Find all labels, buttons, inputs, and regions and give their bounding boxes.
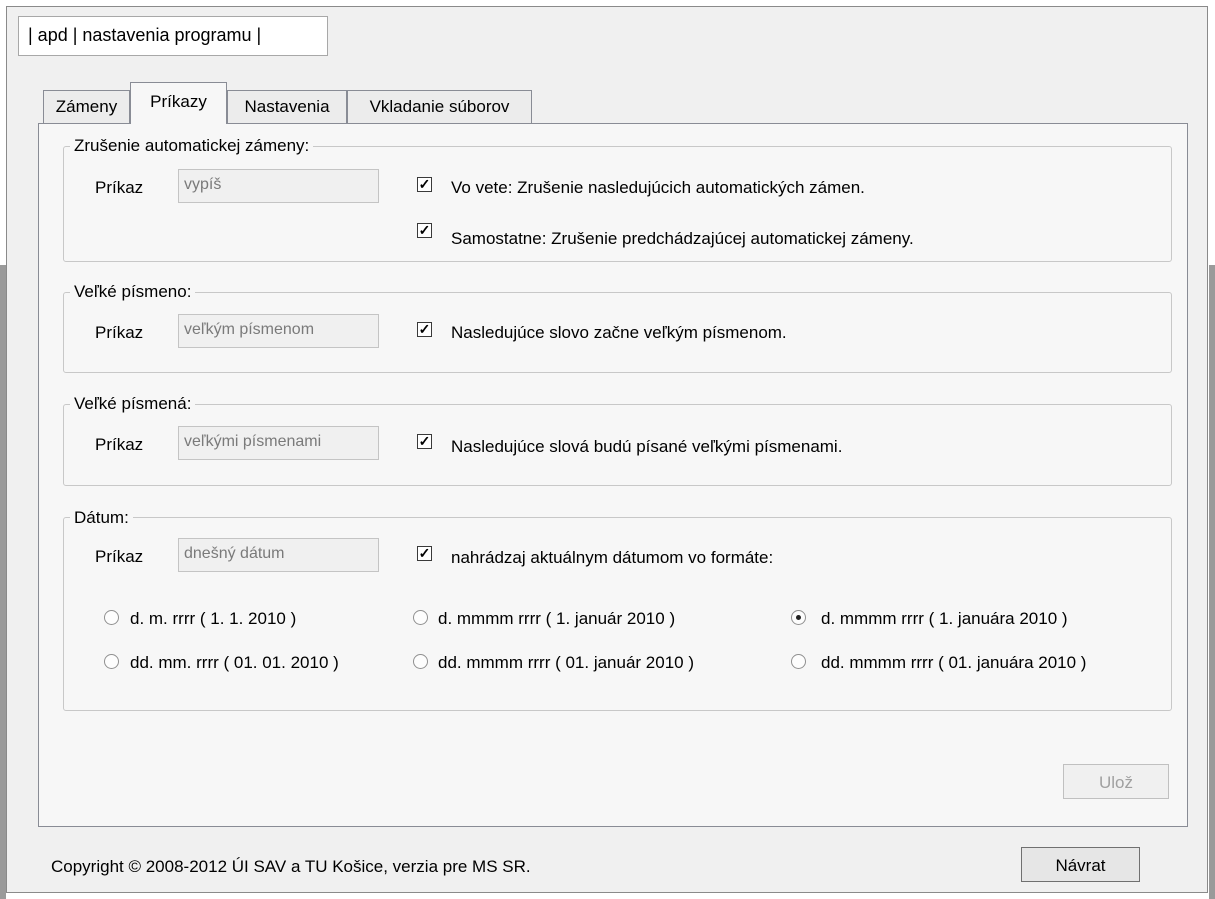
command-label: Príkaz (95, 323, 144, 342)
radio-format-5[interactable] (413, 654, 428, 669)
radio-label: d. mmmm rrrr ( 1. január 2010 ) (438, 609, 676, 628)
checkbox-label: Nasledujúce slová budú písané veľkými pí… (451, 437, 843, 456)
radio-label: dd. mmmm rrrr ( 01. januára 2010 ) (821, 653, 1087, 672)
command-field[interactable]: veľkými písmenami (178, 426, 379, 460)
checkbox-label: Nasledujúce slovo začne veľkým písmenom. (451, 323, 787, 342)
command-field[interactable]: veľkým písmenom (178, 314, 379, 348)
group-legend: Dátum: (70, 508, 133, 528)
group-legend: Zrušenie automatickej zámeny: (70, 136, 314, 156)
tab-nastavenia[interactable]: Nastavenia (227, 90, 347, 123)
radio-format-2[interactable] (413, 610, 428, 625)
checkbox-standalone[interactable]: ✓ (417, 223, 432, 238)
checkbox-in-sentence[interactable]: ✓ (417, 177, 432, 192)
command-label: Príkaz (95, 178, 144, 197)
save-button[interactable]: Ulož (1063, 764, 1169, 799)
group-legend: Veľké písmená: (70, 394, 196, 414)
checkbox-label: nahrádzaj aktuálnym dátumom vo formáte: (451, 548, 774, 567)
command-label: Príkaz (95, 547, 144, 566)
checkbox-capital-letters[interactable]: ✓ (417, 434, 432, 449)
radio-format-3[interactable] (791, 610, 806, 625)
radio-label: d. m. rrrr ( 1. 1. 2010 ) (130, 609, 297, 628)
checkbox-capital-letter[interactable]: ✓ (417, 322, 432, 337)
tab-zameny[interactable]: Zámeny (43, 90, 130, 123)
checkbox-replace-date[interactable]: ✓ (417, 546, 432, 561)
back-button[interactable]: Návrat (1021, 847, 1140, 882)
radio-format-1[interactable] (104, 610, 119, 625)
command-field[interactable]: vypíš (178, 169, 379, 203)
command-label: Príkaz (95, 435, 144, 454)
radio-label: dd. mmmm rrrr ( 01. január 2010 ) (438, 653, 695, 672)
radio-format-6[interactable] (791, 654, 806, 669)
group-legend: Veľké písmeno: (70, 282, 196, 302)
radio-label: d. mmmm rrrr ( 1. januára 2010 ) (821, 609, 1068, 628)
tab-vkladanie-suborov[interactable]: Vkladanie súborov (347, 90, 532, 123)
radio-selected-dot (796, 615, 801, 620)
checkbox-label: Samostatne: Zrušenie predchádzajúcej aut… (451, 229, 914, 248)
command-field[interactable]: dnešný dátum (178, 538, 379, 572)
window-edge (1209, 265, 1215, 899)
copyright-text: Copyright © 2008-2012 ÚI SAV a TU Košice… (51, 857, 531, 876)
radio-label: dd. mm. rrrr ( 01. 01. 2010 ) (130, 653, 339, 672)
tab-prikazy[interactable]: Príkazy (130, 82, 227, 124)
radio-format-4[interactable] (104, 654, 119, 669)
window-title: | apd | nastavenia programu | (18, 16, 328, 56)
checkbox-label: Vo vete: Zrušenie nasledujúcich automati… (451, 178, 865, 197)
